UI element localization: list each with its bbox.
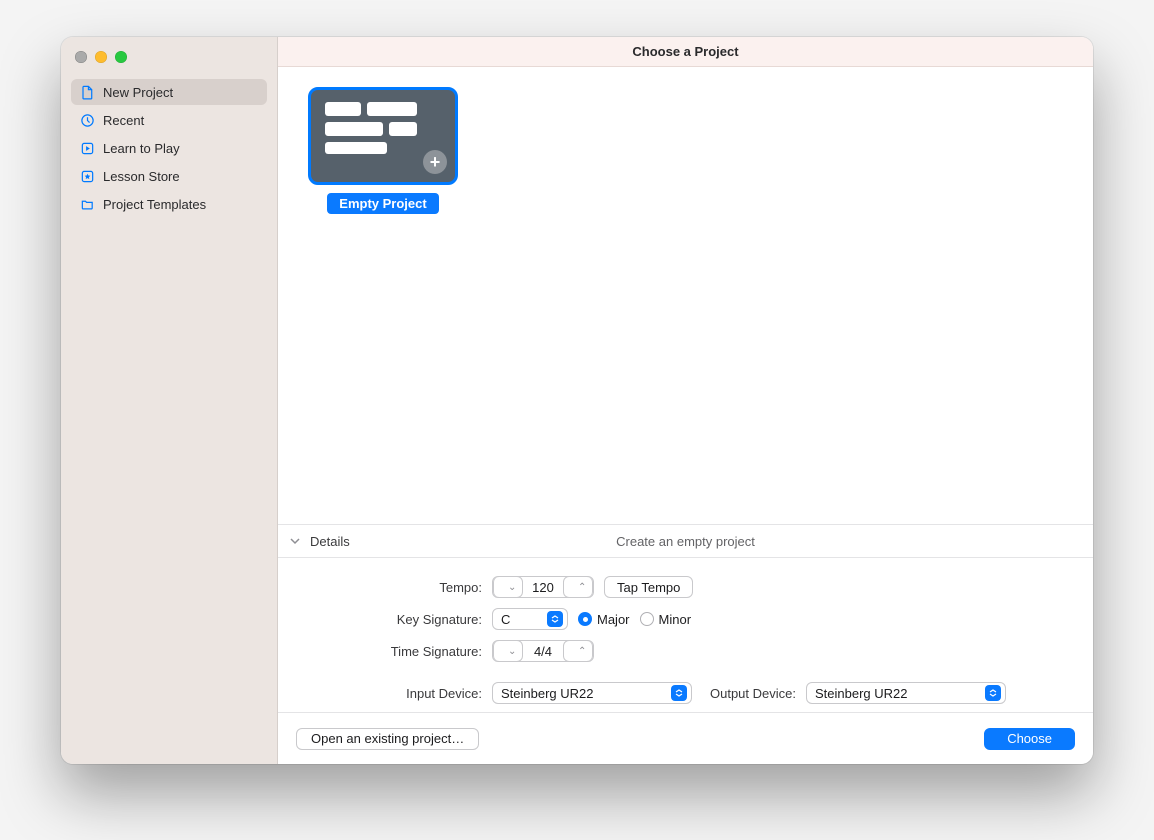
chevron-down-icon[interactable]: ⌄ [493, 576, 523, 598]
details-header[interactable]: Details Create an empty project [278, 524, 1093, 558]
window-controls [61, 37, 277, 67]
sidebar-item-label: Project Templates [103, 197, 206, 212]
output-device-value: Steinberg UR22 [815, 686, 908, 701]
radio-dot-icon [578, 612, 592, 626]
star-square-icon [79, 168, 95, 184]
sidebar: New Project Recent Learn to Play Lesson … [61, 37, 278, 764]
key-signature-row: Key Signature: C Major Minor [302, 608, 1069, 630]
output-device-label: Output Device: [710, 686, 796, 701]
footer: Open an existing project… Choose [278, 712, 1093, 764]
sidebar-item-lesson-store[interactable]: Lesson Store [71, 163, 267, 189]
sidebar-item-label: Learn to Play [103, 141, 180, 156]
choose-button[interactable]: Choose [984, 728, 1075, 750]
tap-tempo-label: Tap Tempo [617, 580, 680, 595]
tap-tempo-button[interactable]: Tap Tempo [604, 576, 693, 598]
chevron-up-icon[interactable]: ⌃ [563, 640, 593, 662]
plus-icon: + [423, 150, 447, 174]
sidebar-item-new-project[interactable]: New Project [71, 79, 267, 105]
sidebar-item-label: Lesson Store [103, 169, 180, 184]
radio-dot-icon [640, 612, 654, 626]
output-device-select[interactable]: Steinberg UR22 [806, 682, 1006, 704]
key-signature-select[interactable]: C [492, 608, 568, 630]
details-title: Details [310, 534, 350, 549]
document-icon [79, 84, 95, 100]
play-square-icon [79, 140, 95, 156]
input-device-select[interactable]: Steinberg UR22 [492, 682, 692, 704]
major-label: Major [597, 612, 630, 627]
chevron-down-icon[interactable]: ⌄ [493, 640, 523, 662]
sidebar-item-label: Recent [103, 113, 144, 128]
window-title: Choose a Project [278, 37, 1093, 67]
tempo-value: 120 [523, 580, 563, 595]
template-grid: + Empty Project [278, 67, 1093, 524]
time-signature-stepper[interactable]: ⌄ 4/4 ⌃ [492, 640, 594, 662]
template-empty-project[interactable]: + Empty Project [308, 87, 458, 214]
input-device-label: Input Device: [302, 686, 482, 701]
zoom-window-button[interactable] [115, 51, 127, 63]
key-signature-label: Key Signature: [302, 612, 482, 627]
sidebar-item-project-templates[interactable]: Project Templates [71, 191, 267, 217]
audio-devices-row: Input Device: Steinberg UR22 Output Devi… [302, 682, 1069, 704]
sidebar-item-label: New Project [103, 85, 173, 100]
tempo-stepper[interactable]: ⌄ 120 ⌃ [492, 576, 594, 598]
sidebar-item-recent[interactable]: Recent [71, 107, 267, 133]
main-pane: Choose a Project + Empty Project Details… [278, 37, 1093, 764]
select-arrows-icon [985, 685, 1001, 701]
select-arrows-icon [547, 611, 563, 627]
select-arrows-icon [671, 685, 687, 701]
close-window-button[interactable] [75, 51, 87, 63]
time-signature-label: Time Signature: [302, 644, 482, 659]
minor-label: Minor [659, 612, 692, 627]
minimize-window-button[interactable] [95, 51, 107, 63]
time-signature-row: Time Signature: ⌄ 4/4 ⌃ [302, 640, 1069, 662]
clock-icon [79, 112, 95, 128]
project-chooser-window: New Project Recent Learn to Play Lesson … [61, 37, 1093, 764]
window-title-text: Choose a Project [632, 44, 738, 59]
details-subtitle: Create an empty project [616, 534, 755, 549]
folder-icon [79, 196, 95, 212]
input-device-value: Steinberg UR22 [501, 686, 594, 701]
open-existing-project-button[interactable]: Open an existing project… [296, 728, 479, 750]
chevron-up-icon[interactable]: ⌃ [563, 576, 593, 598]
key-signature-value: C [501, 612, 541, 627]
choose-label: Choose [1007, 731, 1052, 746]
open-existing-label: Open an existing project… [311, 731, 464, 746]
template-name-badge: Empty Project [327, 193, 438, 214]
chevron-down-icon [290, 534, 300, 549]
sidebar-item-learn-to-play[interactable]: Learn to Play [71, 135, 267, 161]
sidebar-list: New Project Recent Learn to Play Lesson … [61, 67, 277, 217]
details-body: Tempo: ⌄ 120 ⌃ Tap Tempo Key Signature: … [278, 558, 1093, 712]
key-mode-major-radio[interactable]: Major [578, 612, 630, 627]
template-thumbnail: + [308, 87, 458, 185]
tempo-label: Tempo: [302, 580, 482, 595]
tempo-row: Tempo: ⌄ 120 ⌃ Tap Tempo [302, 576, 1069, 598]
time-signature-value: 4/4 [523, 644, 563, 659]
key-mode-minor-radio[interactable]: Minor [640, 612, 692, 627]
